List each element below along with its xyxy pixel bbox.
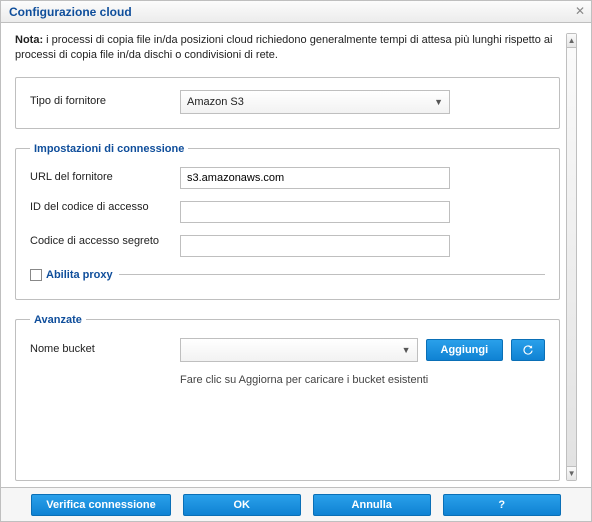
access-id-input[interactable]: [180, 201, 450, 223]
refresh-icon: [521, 343, 535, 357]
note-label: Nota:: [15, 34, 43, 46]
ok-button[interactable]: OK: [183, 494, 301, 516]
verify-connection-button[interactable]: Verifica connessione: [31, 494, 170, 516]
vendor-url-input[interactable]: [180, 167, 450, 189]
dialog-body: Nota: i processi di copia file in/da pos…: [1, 23, 591, 487]
bucket-hint: Fare clic su Aggiorna per caricare i buc…: [180, 374, 545, 386]
verify-connection-label: Verifica connessione: [46, 499, 155, 511]
scroll-up-icon[interactable]: ▲: [567, 34, 576, 48]
cancel-button[interactable]: Annulla: [313, 494, 431, 516]
connection-legend: Impostazioni di connessione: [30, 143, 188, 155]
help-button[interactable]: ?: [443, 494, 561, 516]
dialog-title: Configurazione cloud: [9, 5, 132, 19]
connection-group: Impostazioni di connessione URL del forn…: [15, 143, 560, 300]
proxy-group: Abilita proxy: [30, 269, 545, 285]
advanced-legend: Avanzate: [30, 314, 86, 326]
enable-proxy-label: Abilita proxy: [46, 269, 113, 281]
titlebar: Configurazione cloud ✕: [1, 1, 591, 23]
advanced-group: Avanzate Nome bucket ▼ Aggiungi: [15, 314, 560, 481]
ok-label: OK: [233, 499, 250, 511]
vertical-scrollbar[interactable]: ▲ ▼: [566, 33, 577, 481]
access-id-label: ID del codice di accesso: [30, 201, 170, 215]
bucket-name-label: Nome bucket: [30, 343, 170, 357]
cloud-config-dialog: Configurazione cloud ✕ Nota: i processi …: [0, 0, 592, 522]
add-bucket-label: Aggiungi: [441, 344, 489, 356]
note-text: Nota: i processi di copia file in/da pos…: [15, 33, 560, 63]
scroll-thumb[interactable]: [567, 48, 576, 466]
add-bucket-button[interactable]: Aggiungi: [426, 339, 504, 361]
vendor-group: Tipo di fornitore Amazon S3 ▼: [15, 77, 560, 129]
chevron-down-icon: ▼: [434, 97, 443, 107]
scroll-down-icon[interactable]: ▼: [567, 466, 576, 480]
secret-code-input[interactable]: [180, 235, 450, 257]
enable-proxy-checkbox[interactable]: [30, 269, 42, 281]
cancel-label: Annulla: [352, 499, 392, 511]
chevron-down-icon: ▼: [402, 345, 411, 355]
secret-code-label: Codice di accesso segreto: [30, 235, 170, 249]
note-body: i processi di copia file in/da posizioni…: [15, 34, 552, 61]
close-icon[interactable]: ✕: [573, 4, 587, 18]
vendor-type-label: Tipo di fornitore: [30, 95, 170, 109]
refresh-buckets-button[interactable]: [511, 339, 545, 361]
bucket-name-select[interactable]: ▼: [180, 338, 418, 362]
dialog-button-bar: Verifica connessione OK Annulla ?: [1, 487, 591, 521]
vendor-type-select[interactable]: Amazon S3 ▼: [180, 90, 450, 114]
vendor-type-selected: Amazon S3: [187, 96, 244, 108]
content-column: Nota: i processi di copia file in/da pos…: [15, 33, 560, 481]
vendor-url-label: URL del fornitore: [30, 171, 170, 185]
help-label: ?: [498, 499, 505, 511]
